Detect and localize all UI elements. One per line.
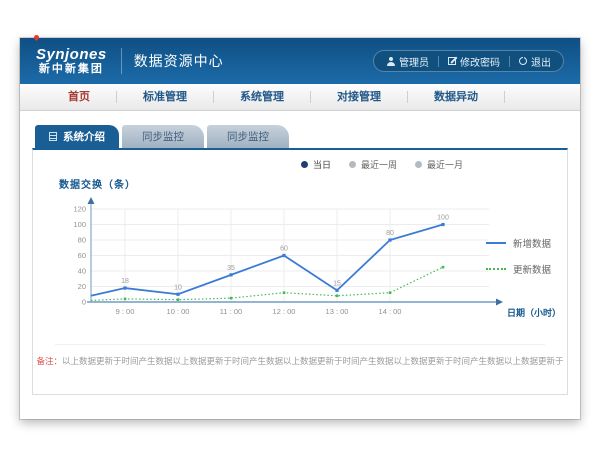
y-axis-title: 数据交换（条） xyxy=(59,176,136,191)
svg-text:9 : 00: 9 : 00 xyxy=(116,307,135,316)
svg-text:100: 100 xyxy=(437,215,449,222)
svg-text:0: 0 xyxy=(82,298,86,307)
svg-text:35: 35 xyxy=(227,265,235,272)
logo-text-en: Synjones xyxy=(36,47,107,63)
tab-label: 同步监控 xyxy=(142,129,184,144)
svg-text:80: 80 xyxy=(78,236,86,245)
nav-item-standard-mgmt[interactable]: 标准管理 xyxy=(117,91,214,103)
svg-text:80: 80 xyxy=(386,230,394,237)
nav-item-system-mgmt[interactable]: 系统管理 xyxy=(214,91,311,103)
svg-text:60: 60 xyxy=(78,251,86,260)
svg-text:20: 20 xyxy=(78,282,86,291)
user-menu[interactable]: 管理员 xyxy=(386,54,429,69)
radio-dot-icon xyxy=(349,161,356,168)
page-content: 系统介绍 同步监控 同步监控 当日 最近一周 xyxy=(20,111,580,395)
legend-item-updated-data[interactable]: 更新数据 xyxy=(486,262,551,276)
svg-text:60: 60 xyxy=(280,246,288,253)
footer-note: 备注：以上数据更新于时间产生数据以上数据更新于时间产生数据以上数据更新于时间产生… xyxy=(33,355,567,367)
legend-label: 更新数据 xyxy=(513,262,551,276)
app-title: 数据资源中心 xyxy=(134,51,224,71)
svg-text:10: 10 xyxy=(174,284,182,291)
note-divider xyxy=(55,344,545,345)
logo-flame-icon xyxy=(33,34,40,41)
svg-text:120: 120 xyxy=(73,205,86,214)
svg-text:40: 40 xyxy=(78,267,86,276)
user-toolbar: 管理员 修改密码 退出 xyxy=(373,50,564,72)
svg-text:15: 15 xyxy=(333,280,341,287)
power-icon xyxy=(519,57,527,65)
change-password-button[interactable]: 修改密码 xyxy=(448,54,500,69)
radio-last-week[interactable]: 最近一周 xyxy=(349,158,397,171)
svg-text:14 : 00: 14 : 00 xyxy=(379,307,402,316)
logout-label: 退出 xyxy=(531,54,551,69)
logout-button[interactable]: 退出 xyxy=(519,54,551,69)
time-range-filter: 当日 最近一周 最近一月 xyxy=(301,158,463,171)
svg-text:18: 18 xyxy=(121,278,129,285)
tab-sync-monitor-1[interactable]: 同步监控 xyxy=(122,125,204,148)
radio-today[interactable]: 当日 xyxy=(301,158,331,171)
app-window: Synjones 新中新集团 数据资源中心 管理员 修改密码 退出 首页 标准管… xyxy=(20,38,580,419)
radio-dot-icon xyxy=(301,161,308,168)
nav-item-interface-mgmt[interactable]: 对接管理 xyxy=(311,91,408,103)
tab-bar: 系统介绍 同步监控 同步监控 xyxy=(35,125,568,148)
tab-label: 同步监控 xyxy=(227,129,269,144)
svg-text:12 : 00: 12 : 00 xyxy=(273,307,296,316)
change-password-label: 修改密码 xyxy=(460,54,500,69)
toolbar-separator xyxy=(509,56,510,67)
note-text: 以上数据更新于时间产生数据以上数据更新于时间产生数据以上数据更新于时间产生数据以… xyxy=(62,356,564,366)
logo-text-cn: 新中新集团 xyxy=(36,64,107,76)
nav-item-home[interactable]: 首页 xyxy=(42,91,117,103)
svg-text:11 : 00: 11 : 00 xyxy=(220,307,242,316)
blue-line-swatch-icon xyxy=(486,242,506,244)
tab-label: 系统介绍 xyxy=(63,129,105,144)
radio-label: 最近一月 xyxy=(427,158,463,171)
main-nav: 首页 标准管理 系统管理 对接管理 数据异动 xyxy=(20,84,580,111)
tab-sync-monitor-2[interactable]: 同步监控 xyxy=(207,125,289,148)
legend-item-new-data[interactable]: 新增数据 xyxy=(486,236,551,250)
toolbar-separator xyxy=(438,56,439,67)
company-logo: Synjones 新中新集团 xyxy=(36,47,107,75)
radio-dot-icon xyxy=(415,161,422,168)
app-header: Synjones 新中新集团 数据资源中心 管理员 修改密码 退出 xyxy=(20,38,580,84)
green-dotted-swatch-icon xyxy=(486,268,506,270)
chart-panel: 当日 最近一周 最近一月 数据交换（条） 0 20 40 60 80 100 120 9 : … xyxy=(32,148,568,395)
chart-legend: 新增数据 更新数据 xyxy=(486,236,551,276)
nav-item-data-change[interactable]: 数据异动 xyxy=(408,91,505,103)
legend-label: 新增数据 xyxy=(513,236,551,250)
svg-text:10 : 00: 10 : 00 xyxy=(167,307,190,316)
user-name: 管理员 xyxy=(399,54,429,69)
svg-text:100: 100 xyxy=(73,220,86,229)
tab-system-intro[interactable]: 系统介绍 xyxy=(35,125,119,148)
svg-text:日期（小时）: 日期（小时） xyxy=(507,307,561,318)
radio-last-month[interactable]: 最近一月 xyxy=(415,158,463,171)
note-prefix: 备注： xyxy=(36,356,62,366)
user-icon xyxy=(386,57,395,66)
document-icon xyxy=(49,132,57,141)
edit-icon xyxy=(448,57,456,65)
radio-label: 当日 xyxy=(313,158,331,171)
header-divider xyxy=(121,48,122,74)
svg-text:13 : 00: 13 : 00 xyxy=(326,307,349,316)
radio-label: 最近一周 xyxy=(361,158,397,171)
